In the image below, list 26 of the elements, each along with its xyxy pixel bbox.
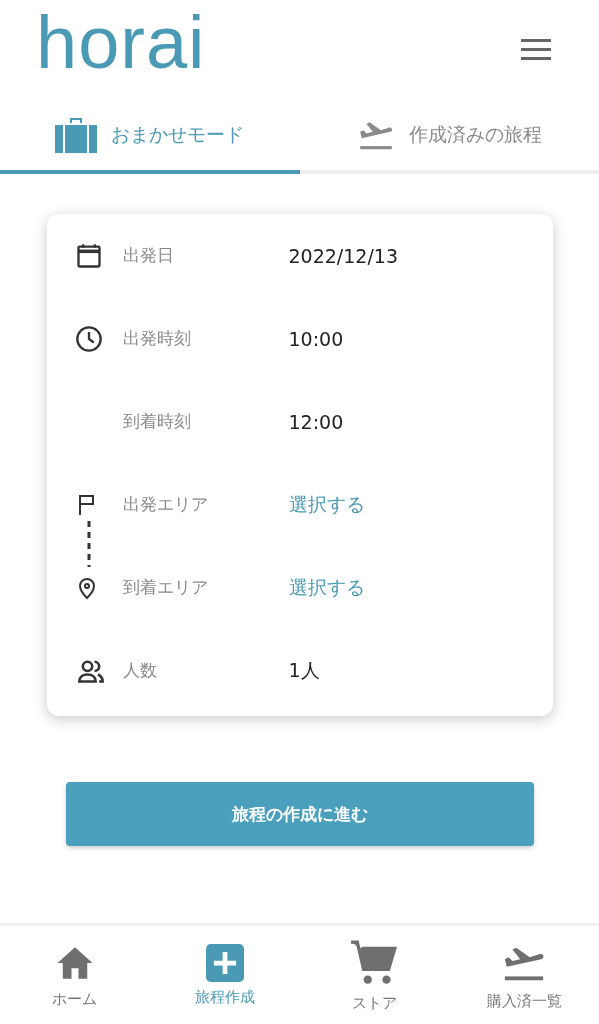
tab[interactable]: 作成済みの旅程 [299, 100, 599, 174]
logo[interactable]: horai [36, 6, 206, 80]
plus-icon [205, 943, 244, 982]
nav-item[interactable]: ストア [299, 926, 450, 1024]
clock-icon [74, 324, 103, 353]
select-link[interactable]: 選択する [288, 574, 365, 601]
route-line [86, 521, 91, 567]
field-label: 出発時刻 [122, 327, 192, 350]
calendar-icon [74, 241, 103, 270]
suitcase-icon [55, 117, 98, 153]
tab[interactable]: おまかせモード [0, 100, 300, 174]
menu-icon[interactable] [521, 39, 551, 61]
field-label: 到着エリア [122, 576, 209, 599]
field-label: 人数 [122, 659, 158, 682]
field-value: 10:00 [288, 327, 344, 350]
nav-item[interactable]: ホーム [0, 926, 150, 1024]
field-value: 1人 [288, 657, 320, 683]
field-value: 12:00 [288, 410, 344, 433]
nav-item[interactable]: 旅程作成 [149, 926, 300, 1024]
field-label: 到着時刻 [122, 410, 192, 433]
select-link[interactable]: 選択する [288, 491, 365, 518]
field-label: 出発日 [122, 244, 175, 267]
create-itinerary-button[interactable]: 旅程の作成に進む [65, 782, 534, 846]
field-value: 2022/12/13 [288, 244, 398, 267]
field-label: 出発エリア [122, 493, 209, 516]
nav-item[interactable]: 購入済一覧 [449, 926, 599, 1024]
